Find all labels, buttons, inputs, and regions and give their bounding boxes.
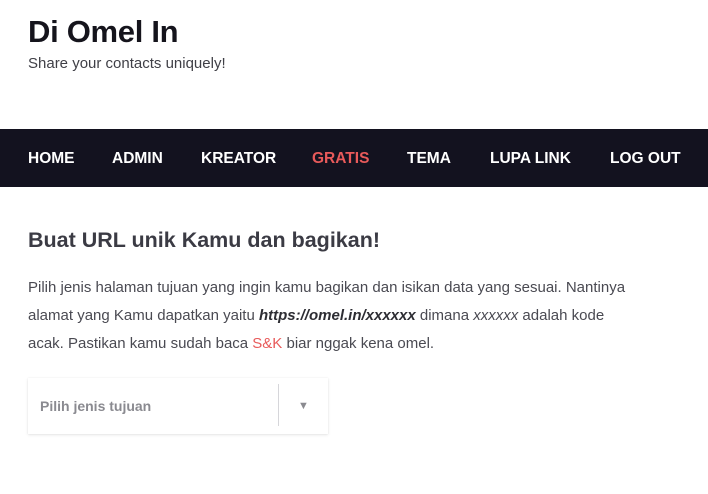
site-header: Di Omel In Share your contacts uniquely! <box>28 14 226 74</box>
page-heading: Buat URL unik Kamu dan bagikan! <box>28 228 380 252</box>
intro-text: Pilih jenis halaman tujuan yang ingin ka… <box>28 274 628 358</box>
nav-item-kreator[interactable]: KREATOR <box>201 150 276 168</box>
main-nav: HOME ADMIN KREATOR GRATIS TEMA LUPA LINK… <box>0 129 708 187</box>
chevron-down-icon[interactable]: ▼ <box>298 397 309 415</box>
terms-link[interactable]: S&K <box>252 335 282 352</box>
intro-part-2: dimana <box>415 307 474 324</box>
nav-item-tema[interactable]: TEMA <box>407 150 451 168</box>
destination-type-select[interactable]: Pilih jenis tujuan ▼ <box>28 378 328 434</box>
nav-item-gratis[interactable]: GRATIS <box>312 150 369 168</box>
select-divider <box>278 384 279 426</box>
intro-code: xxxxxx <box>473 307 519 324</box>
main-content: Buat URL unik Kamu dan bagikan! Pilih je… <box>28 226 628 373</box>
select-placeholder: Pilih jenis tujuan <box>40 398 152 414</box>
nav-item-home[interactable]: HOME <box>28 150 75 168</box>
intro-url: https://omel.in/xxxxxx <box>258 307 416 324</box>
intro-part-4: biar nggak kena omel. <box>282 335 435 352</box>
nav-item-admin[interactable]: ADMIN <box>112 150 163 168</box>
nav-item-lupa-link[interactable]: LUPA LINK <box>490 150 571 168</box>
site-tagline: Share your contacts uniquely! <box>28 55 226 72</box>
site-title[interactable]: Di Omel In <box>28 14 226 50</box>
nav-item-log-out[interactable]: LOG OUT <box>610 150 681 168</box>
